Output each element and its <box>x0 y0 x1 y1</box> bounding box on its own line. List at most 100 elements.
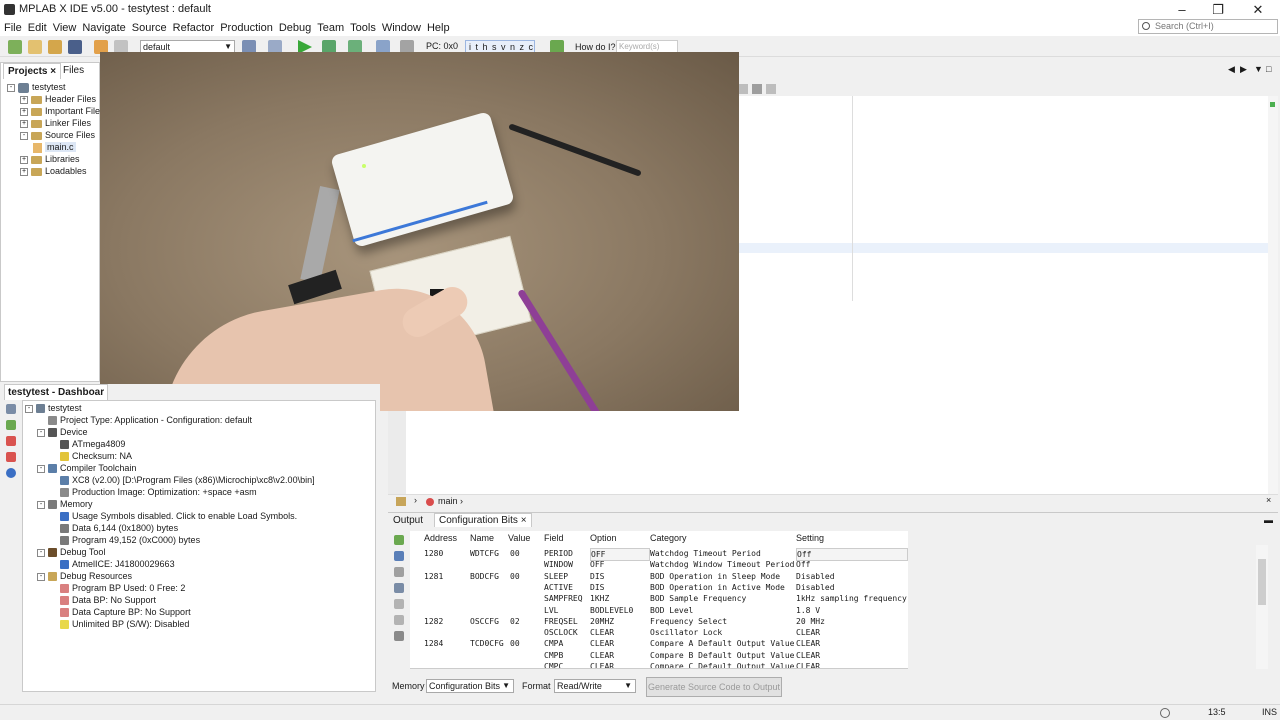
tab-configuration-bits[interactable]: Configuration Bits × <box>434 513 532 527</box>
table-row[interactable]: ACTIVE DIS BOD Operation in Active Mode Dis… <box>410 582 908 593</box>
cell-option[interactable]: CLEAR <box>590 638 650 649</box>
collapse-icon[interactable]: - <box>37 500 45 509</box>
menu-tools[interactable]: Tools <box>347 20 379 36</box>
dashboard-tree-item[interactable]: Program BP Used: 0 Free: 2 <box>49 582 185 594</box>
cell-option[interactable]: OFF <box>590 559 650 570</box>
table-row[interactable]: 1281 BODCFG 00 SLEEP DIS BOD Operation in Sle… <box>410 571 908 582</box>
menu-debug[interactable]: Debug <box>276 20 314 36</box>
project-tree-item[interactable]: + Libraries <box>20 153 80 165</box>
table-row[interactable]: OSCLOCK CLEAR Oscillator Lock CLEAR <box>410 627 908 638</box>
dashboard-tree-item[interactable]: Data Capture BP: No Support <box>49 606 191 618</box>
help-icon[interactable] <box>6 468 16 478</box>
memory-select[interactable]: Configuration Bits ▼ <box>426 679 514 693</box>
maximize-icon[interactable]: □ <box>1266 64 1271 74</box>
refresh-icon[interactable] <box>394 567 404 577</box>
cell-option[interactable]: 1KHZ <box>590 593 650 604</box>
close-icon[interactable]: × <box>521 515 527 526</box>
cell-setting[interactable]: Off <box>796 559 908 570</box>
dashboard-tree-item[interactable]: - testytest <box>25 402 82 414</box>
menu-source[interactable]: Source <box>129 20 170 36</box>
collapse-icon[interactable]: - <box>20 131 28 140</box>
cell-option[interactable]: 20MHZ <box>590 616 650 627</box>
chevron-right-icon[interactable]: ▶ <box>1240 64 1247 75</box>
project-tree-item[interactable]: + Loadables <box>20 165 87 177</box>
table-row[interactable]: CMPC CLEAR Compare C Default Output Value C… <box>410 661 908 668</box>
table-row[interactable]: 1280 WDTCFG 00 PERIOD OFF Watchdog Timeout Pe… <box>410 548 908 562</box>
table-row[interactable]: LVL BODLEVEL0 BOD Level 1.8 V <box>410 605 908 616</box>
dashboard-tree-item[interactable]: Checksum: NA <box>49 450 132 462</box>
project-tree-item[interactable]: - Source Files <box>20 129 95 141</box>
stop-macro-icon[interactable] <box>766 84 776 94</box>
minimize-icon[interactable]: – <box>1164 1 1200 19</box>
close-icon[interactable]: × <box>50 66 56 77</box>
output-scrollbar[interactable] <box>1256 545 1268 669</box>
cell-option[interactable]: DIS <box>590 571 650 582</box>
collapse-icon[interactable]: - <box>37 428 45 437</box>
pdf-icon[interactable] <box>6 452 16 462</box>
expand-icon[interactable]: + <box>20 167 28 176</box>
chevron-left-icon[interactable]: ◀ <box>1228 64 1235 75</box>
collapse-icon[interactable]: - <box>7 83 15 92</box>
column-header-category[interactable]: Category <box>650 531 796 545</box>
function-breadcrumb[interactable]: main › <box>426 495 463 507</box>
cell-setting[interactable]: CLEAR <box>796 661 908 668</box>
cell-option[interactable]: BODLEVEL0 <box>590 605 650 616</box>
dashboard-tree-item[interactable]: Unlimited BP (S/W): Disabled <box>49 618 189 630</box>
settings-icon[interactable] <box>6 420 16 430</box>
new-file-icon[interactable] <box>28 40 42 54</box>
expand-icon[interactable]: + <box>20 95 28 104</box>
menu-refactor[interactable]: Refactor <box>170 20 218 36</box>
cell-setting[interactable]: CLEAR <box>796 627 908 638</box>
scroll-thumb[interactable] <box>1258 559 1266 605</box>
menu-view[interactable]: View <box>50 20 80 36</box>
table-row[interactable]: SAMPFREQ 1KHZ BOD Sample Frequency 1kHz sam… <box>410 593 908 604</box>
menu-edit[interactable]: Edit <box>25 20 50 36</box>
dashboard-tree-item[interactable]: - Debug Tool <box>37 546 105 558</box>
dashboard-tree-item[interactable]: Data BP: No Support <box>49 594 156 606</box>
menu-production[interactable]: Production <box>217 20 276 36</box>
menu-navigate[interactable]: Navigate <box>79 20 128 36</box>
cell-option[interactable]: DIS <box>590 582 650 593</box>
project-tree-item[interactable]: + Important Files <box>20 105 105 117</box>
menu-file[interactable]: File <box>1 20 25 36</box>
read-config-icon[interactable] <box>394 535 404 545</box>
project-tree-item[interactable]: main.c <box>33 141 76 153</box>
table-row[interactable]: 1284 TCD0CFG 00 CMPA CLEAR Compare A Default … <box>410 638 908 649</box>
column-header-option[interactable]: Option <box>590 531 650 545</box>
cell-setting[interactable]: 20 MHz <box>796 616 908 627</box>
menu-help[interactable]: Help <box>424 20 453 36</box>
dashboard-tree-item[interactable]: Production Image: Optimization: +space +… <box>49 486 257 498</box>
expand-icon[interactable]: + <box>20 155 28 164</box>
toggle-comment-icon[interactable] <box>738 84 748 94</box>
new-project-icon[interactable] <box>8 40 22 54</box>
close-icon[interactable]: × <box>1266 495 1271 505</box>
collapse-icon[interactable]: - <box>37 548 45 557</box>
menu-team[interactable]: Team <box>314 20 347 36</box>
tab-dashboard[interactable]: testytest - Dashboar <box>4 384 109 400</box>
table-row[interactable]: 1282 OSCCFG 02 FREQSEL 20MHZ Frequency Select… <box>410 616 908 627</box>
editor-scrollbar[interactable] <box>1268 96 1278 494</box>
dashboard-tree-item[interactable]: - Device <box>37 426 88 438</box>
search-input[interactable]: Search (Ctrl+I) <box>1138 19 1278 34</box>
collapse-icon[interactable]: - <box>25 404 33 413</box>
dashboard-tree-item[interactable]: XC8 (v2.00) [D:\Program Files (x86)\Micr… <box>49 474 315 486</box>
project-tree-item[interactable]: + Header Files <box>20 93 96 105</box>
file-nav-icon[interactable] <box>396 497 406 506</box>
cell-setting[interactable]: CLEAR <box>796 638 908 649</box>
dashboard-tree-item[interactable]: - Debug Resources <box>37 570 132 582</box>
format-select[interactable]: Read/Write ▼ <box>554 679 636 693</box>
find-icon[interactable] <box>394 583 404 593</box>
cell-setting[interactable]: 1.8 V <box>796 605 908 616</box>
menu-window[interactable]: Window <box>379 20 424 36</box>
cell-setting[interactable]: CLEAR <box>796 650 908 661</box>
column-header-value[interactable]: Value <box>508 531 538 545</box>
project-tree-item[interactable]: - testytest <box>7 81 66 93</box>
project-tree-item[interactable]: + Linker Files <box>20 117 91 129</box>
collapse-icon[interactable]: - <box>37 464 45 473</box>
export-icon[interactable] <box>394 599 404 609</box>
chevron-down-icon[interactable]: ▼ <box>1254 64 1263 74</box>
save-all-icon[interactable] <box>68 40 82 54</box>
tab-files[interactable]: Files <box>59 63 88 79</box>
dashboard-tree-item[interactable]: Data 6,144 (0x1800) bytes <box>49 522 178 534</box>
column-header-address[interactable]: Address <box>424 531 464 545</box>
